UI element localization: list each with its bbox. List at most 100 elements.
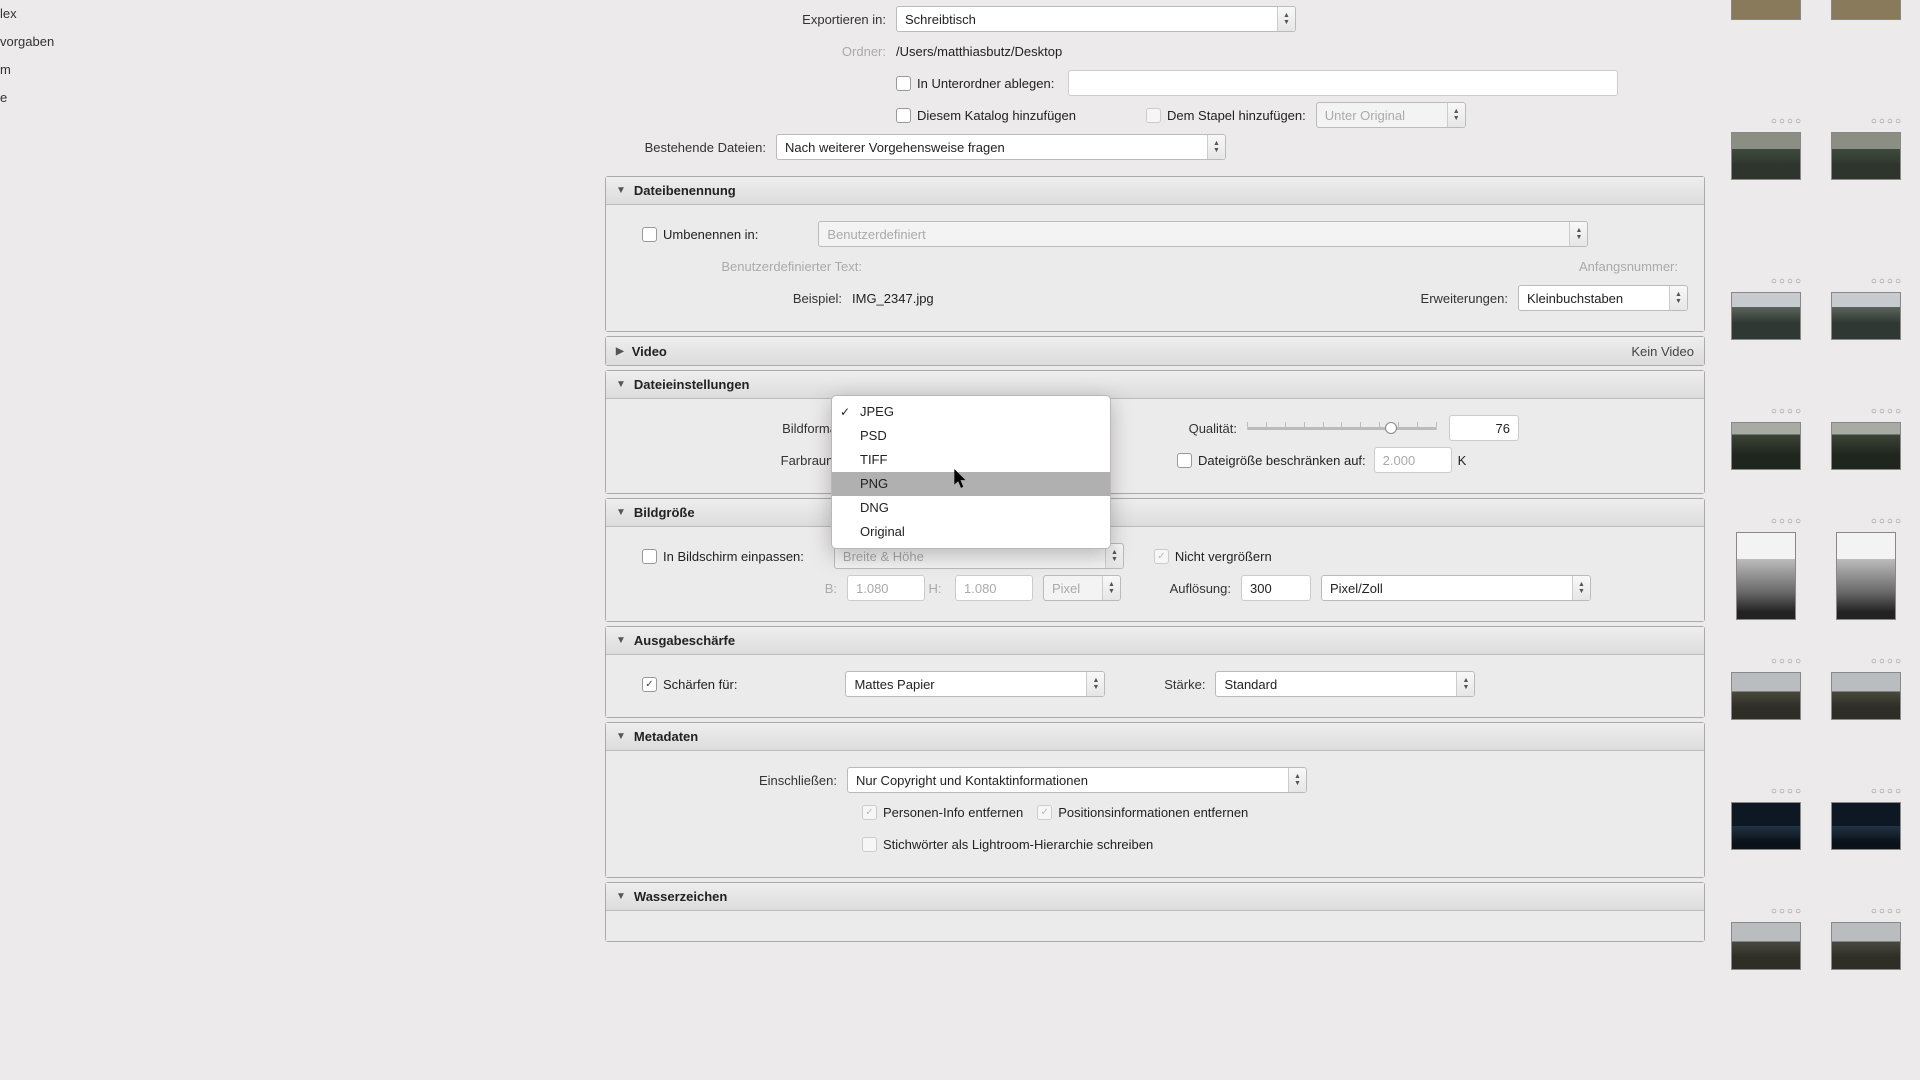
sharpen-for-label: Schärfen für:: [663, 677, 737, 692]
thumbnail[interactable]: [1731, 672, 1801, 720]
quality-slider[interactable]: [1247, 418, 1437, 438]
thumbnail-badge-icon: ○○○○: [1731, 516, 1805, 532]
image-format-dropdown[interactable]: ✓JPEGPSDTIFFPNGDNGOriginal: [831, 395, 1111, 549]
width-input: 1.080: [847, 575, 925, 601]
video-status: Kein Video: [1631, 344, 1694, 359]
include-select[interactable]: Nur Copyright und Kontaktinformationen▲▼: [847, 767, 1307, 793]
image-sizing-header[interactable]: ▼ Bildgröße: [606, 499, 1704, 527]
chevron-down-icon: ▼: [616, 507, 626, 518]
resize-to-fit-checkbox[interactable]: [642, 549, 657, 564]
thumbnail[interactable]: [1831, 132, 1901, 180]
sidebar-item[interactable]: vorgaben: [0, 28, 80, 56]
thumbnail[interactable]: [1836, 532, 1896, 620]
format-option-png[interactable]: PNG: [832, 472, 1110, 496]
thumbnail[interactable]: [1731, 0, 1801, 20]
thumbnail[interactable]: [1731, 422, 1801, 470]
extensions-select[interactable]: Kleinbuchstaben▲▼: [1518, 285, 1688, 311]
sharpen-amount-label: Stärke:: [1105, 677, 1215, 692]
remove-person-label: Personen-Info entfernen: [883, 805, 1023, 820]
resolution-input[interactable]: 300: [1241, 575, 1311, 601]
no-enlarge-checkbox: [1154, 549, 1169, 564]
sidebar-item[interactable]: m: [0, 56, 80, 84]
rename-label: Umbenennen in:: [663, 227, 758, 242]
subfolder-checkbox[interactable]: [896, 76, 911, 91]
chevron-down-icon: ▼: [616, 635, 626, 646]
thumbnail-badge-icon: ○○○○: [1731, 116, 1805, 132]
custom-text-label: Benutzerdefinierter Text:: [622, 259, 872, 274]
subfolder-input[interactable]: [1068, 70, 1618, 96]
sharpen-for-checkbox[interactable]: [642, 677, 657, 692]
stack-position-select: Unter Original▲▼: [1316, 102, 1466, 128]
no-enlarge-label: Nicht vergrößern: [1175, 549, 1272, 564]
rename-checkbox[interactable]: [642, 227, 657, 242]
thumbnail[interactable]: [1831, 802, 1901, 850]
rename-template-select: Benutzerdefiniert▲▼: [818, 221, 1588, 247]
resolution-unit-select[interactable]: Pixel/Zoll▲▼: [1321, 575, 1591, 601]
thumbnail[interactable]: [1736, 532, 1796, 620]
export-in-select[interactable]: Schreibtisch▲▼: [896, 6, 1296, 32]
watermark-section: ▼ Wasserzeichen: [605, 882, 1705, 942]
thumbnail-badge-icon: ○○○○: [1831, 906, 1905, 922]
keywords-hierarchy-checkbox: [862, 837, 877, 852]
thumbnail-badge-icon: ○○○○: [1731, 786, 1805, 802]
format-option-original[interactable]: Original: [832, 520, 1110, 544]
image-sizing-section: ▼ Bildgröße In Bildschirm einpassen: Bre…: [605, 498, 1705, 622]
thumbnail-badge-icon: ○○○○: [1731, 276, 1805, 292]
add-catalog-label: Diesem Katalog hinzufügen: [917, 108, 1076, 123]
remove-location-checkbox: [1037, 805, 1052, 820]
sharpen-for-select[interactable]: Mattes Papier▲▼: [845, 671, 1105, 697]
keywords-hierarchy-label: Stichwörter als Lightroom-Hierarchie sch…: [883, 837, 1153, 852]
include-label: Einschließen:: [622, 773, 847, 788]
existing-files-select[interactable]: Nach weiterer Vorgehensweise fragen▲▼: [776, 134, 1226, 160]
thumbnail[interactable]: [1831, 422, 1901, 470]
thumbnail[interactable]: [1831, 292, 1901, 340]
thumbnail[interactable]: [1831, 672, 1901, 720]
thumbnail-badge-icon: ○○○○: [1831, 276, 1905, 292]
thumbnail[interactable]: [1831, 922, 1901, 970]
format-option-jpeg[interactable]: ✓JPEG: [832, 400, 1110, 424]
start-number-label: Anfangsnummer:: [1579, 259, 1688, 274]
limit-filesize-label: Dateigröße beschränken auf:: [1198, 453, 1366, 468]
metadata-header[interactable]: ▼ Metadaten: [606, 723, 1704, 751]
preset-sidebar: lex vorgaben m e: [0, 0, 80, 1080]
limit-filesize-checkbox[interactable]: [1177, 453, 1192, 468]
export-dialog: Exportieren in: Schreibtisch▲▼ Ordner: /…: [605, 0, 1705, 942]
image-format-label: Bildforma: [622, 421, 847, 436]
thumbnail-badge-icon: ○○○○: [1731, 656, 1805, 672]
resolution-label: Auflösung:: [1121, 581, 1241, 596]
format-option-psd[interactable]: PSD: [832, 424, 1110, 448]
thumbnail[interactable]: [1731, 132, 1801, 180]
thumbnail-badge-icon: ○○○○: [1831, 656, 1905, 672]
remove-person-checkbox: [862, 805, 877, 820]
thumbnail[interactable]: [1731, 292, 1801, 340]
limit-filesize-input: 2.000: [1374, 447, 1452, 473]
sharpen-amount-select[interactable]: Standard▲▼: [1215, 671, 1475, 697]
limit-filesize-unit: K: [1458, 453, 1467, 468]
file-naming-section: ▼ Dateibenennung Umbenennen in: Benutzer…: [605, 176, 1705, 332]
add-catalog-checkbox[interactable]: [896, 108, 911, 123]
thumbnail[interactable]: [1831, 0, 1901, 20]
thumbnail[interactable]: [1731, 922, 1801, 970]
metadata-section: ▼ Metadaten Einschließen: Nur Copyright …: [605, 722, 1705, 878]
output-sharpening-header[interactable]: ▼ Ausgabeschärfe: [606, 627, 1704, 655]
chevron-right-icon: ▶: [616, 346, 624, 357]
quality-input[interactable]: 76: [1449, 415, 1519, 441]
format-option-tiff[interactable]: TIFF: [832, 448, 1110, 472]
height-label: H:: [925, 581, 955, 596]
chevron-down-icon: ▼: [616, 379, 626, 390]
folder-path: /Users/matthiasbutz/Desktop: [896, 44, 1062, 59]
sidebar-item[interactable]: lex: [0, 0, 80, 28]
format-option-dng[interactable]: DNG: [832, 496, 1110, 520]
watermark-header[interactable]: ▼ Wasserzeichen: [606, 883, 1704, 911]
add-stack-checkbox: [1146, 108, 1161, 123]
folder-label: Ordner:: [621, 44, 896, 59]
resize-to-fit-label: In Bildschirm einpassen:: [663, 549, 804, 564]
file-naming-header[interactable]: ▼ Dateibenennung: [606, 177, 1704, 205]
thumbnail[interactable]: [1731, 802, 1801, 850]
example-value: IMG_2347.jpg: [852, 291, 934, 306]
file-settings-header[interactable]: ▼ Dateieinstellungen: [606, 371, 1704, 399]
dimension-unit-select: Pixel▲▼: [1043, 575, 1121, 601]
sidebar-item[interactable]: e: [0, 84, 80, 112]
thumbnail-badge-icon: ○○○○: [1831, 406, 1905, 422]
video-header[interactable]: ▶ Video Kein Video: [606, 337, 1704, 365]
